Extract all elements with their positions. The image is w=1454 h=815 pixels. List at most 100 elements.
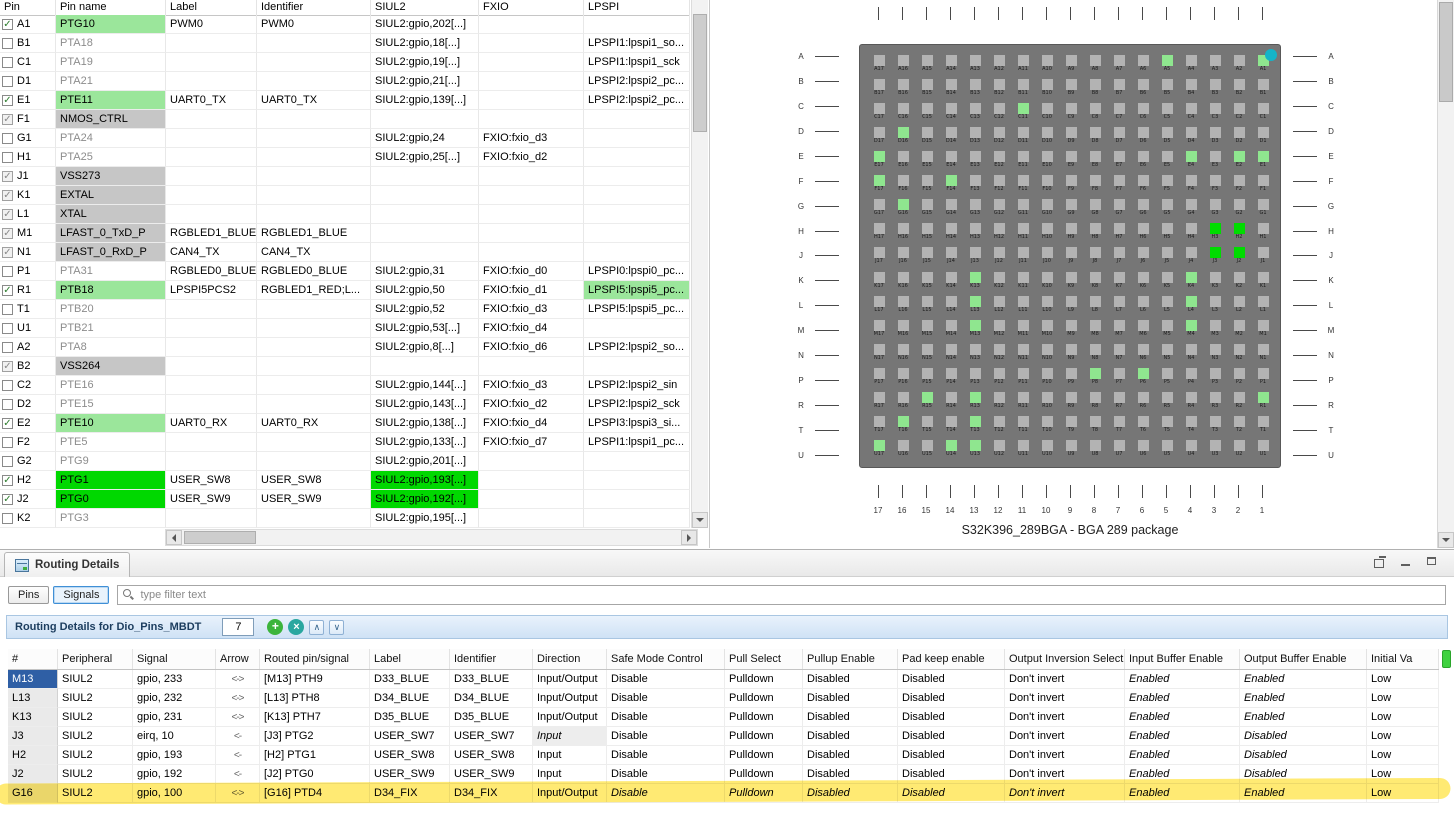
routing-view-tab[interactable]: Routing Details [4,552,131,577]
pin-table-row[interactable]: H1 PTA25 SIUL2:gpio,25[...] FXIO:fxio_d2 [0,148,690,167]
bga-pin-T16[interactable]: T16 [891,413,915,437]
bga-pin-K6[interactable]: K6 [1131,268,1155,292]
bga-pin-N8[interactable]: N8 [1083,340,1107,364]
pin-checkbox[interactable] [2,322,13,334]
bga-pin-A11[interactable]: A11 [1011,51,1035,75]
bga-pin-E13[interactable]: E13 [963,147,987,171]
bga-pin-A9[interactable]: A9 [1059,51,1083,75]
bga-pin-L13[interactable]: L13 [963,292,987,316]
bga-pin-E15[interactable]: E15 [915,147,939,171]
bga-pin-B17[interactable]: B17 [867,75,891,99]
vscroll-thumb[interactable] [693,14,707,132]
bga-pin-G1[interactable]: G1 [1251,196,1275,220]
bga-pin-R13[interactable]: R13 [963,389,987,413]
pin-checkbox[interactable] [2,455,13,467]
bga-pin-U7[interactable]: U7 [1107,437,1131,461]
bga-pin-N10[interactable]: N10 [1035,340,1059,364]
bga-pin-U8[interactable]: U8 [1083,437,1107,461]
bga-pin-L14[interactable]: L14 [939,292,963,316]
bga-pin-K7[interactable]: K7 [1107,268,1131,292]
pin-table-vscrollbar[interactable] [691,0,708,528]
bga-pin-P16[interactable]: P16 [891,365,915,389]
bga-pin-B3[interactable]: B3 [1203,75,1227,99]
bga-pin-E12[interactable]: E12 [987,147,1011,171]
bga-pin-M2[interactable]: M2 [1227,316,1251,340]
bga-pin-P2[interactable]: P2 [1227,365,1251,389]
bga-pin-T6[interactable]: T6 [1131,413,1155,437]
bga-pin-C4[interactable]: C4 [1179,99,1203,123]
bga-pin-A3[interactable]: A3 [1203,51,1227,75]
bga-pin-G10[interactable]: G10 [1035,196,1059,220]
bga-pin-J8[interactable]: J8 [1083,244,1107,268]
bga-pin-G2[interactable]: G2 [1227,196,1251,220]
bga-pin-F1[interactable]: F1 [1251,172,1275,196]
bga-pin-J2[interactable]: J2 [1227,244,1251,268]
bga-pin-U17[interactable]: U17 [867,437,891,461]
bga-package[interactable]: A17 A16 A15 A14 A13 A12 A11 A10 A9 A8 A7 A6 A5 A4 A3 A2… [859,44,1281,468]
bga-pin-L9[interactable]: L9 [1059,292,1083,316]
bga-pin-R4[interactable]: R4 [1179,389,1203,413]
pin-table-row[interactable]: ✓ M1 LFAST_0_TxD_P RGBLED1_BLUE RGBLED1_BLUE [0,224,690,243]
bga-pin-B14[interactable]: B14 [939,75,963,99]
bga-pin-K16[interactable]: K16 [891,268,915,292]
bga-pin-H10[interactable]: H10 [1035,220,1059,244]
pin-table-row[interactable]: A2 PTA8 SIUL2:gpio,8[...] FXIO:fxio_d6 LPSPI… [0,338,690,357]
pin-checkbox[interactable]: ✓ [2,189,13,201]
bga-pin-K4[interactable]: K4 [1179,268,1203,292]
bga-pin-F15[interactable]: F15 [915,172,939,196]
bga-pin-N14[interactable]: N14 [939,340,963,364]
bga-pin-B15[interactable]: B15 [915,75,939,99]
bga-pin-E4[interactable]: E4 [1179,147,1203,171]
bga-pin-R1[interactable]: R1 [1251,389,1275,413]
overview-ruler-marker[interactable] [1442,650,1451,668]
bga-pin-R10[interactable]: R10 [1035,389,1059,413]
bga-pin-P14[interactable]: P14 [939,365,963,389]
pin-table-row[interactable]: ✓ K1 EXTAL [0,186,690,205]
bga-pin-N3[interactable]: N3 [1203,340,1227,364]
bga-pin-F10[interactable]: F10 [1035,172,1059,196]
bga-pin-A2[interactable]: A2 [1227,51,1251,75]
bga-pin-M6[interactable]: M6 [1131,316,1155,340]
bga-pin-K2[interactable]: K2 [1227,268,1251,292]
bga-pin-J3[interactable]: J3 [1203,244,1227,268]
bga-pin-C10[interactable]: C10 [1035,99,1059,123]
pin-checkbox[interactable]: ✓ [2,417,13,429]
bga-pin-B6[interactable]: B6 [1131,75,1155,99]
bga-pin-P8[interactable]: P8 [1083,365,1107,389]
minimize-icon[interactable] [1398,554,1414,570]
bga-pin-M7[interactable]: M7 [1107,316,1131,340]
pin-checkbox[interactable]: ✓ [2,170,13,182]
bga-pin-M8[interactable]: M8 [1083,316,1107,340]
bga-pin-U14[interactable]: U14 [939,437,963,461]
pin-checkbox[interactable]: ✓ [2,284,13,296]
scroll-down-button[interactable] [692,512,708,528]
bga-pin-N12[interactable]: N12 [987,340,1011,364]
bga-pin-U12[interactable]: U12 [987,437,1011,461]
bga-pin-J13[interactable]: J13 [963,244,987,268]
bga-pin-F9[interactable]: F9 [1059,172,1083,196]
routing-row-J3[interactable]: J3 SIUL2 eirq, 10 <- [J3] PTG2 USER_SW7 USER_S… [8,727,1439,746]
bga-pin-C11[interactable]: C11 [1011,99,1035,123]
bga-pin-M3[interactable]: M3 [1203,316,1227,340]
bga-pin-D1[interactable]: D1 [1251,123,1275,147]
bga-pin-C12[interactable]: C12 [987,99,1011,123]
bga-pin-R7[interactable]: R7 [1107,389,1131,413]
move-up-button[interactable]: ∧ [309,619,325,635]
bga-pin-N5[interactable]: N5 [1155,340,1179,364]
bga-pin-D2[interactable]: D2 [1227,123,1251,147]
bga-pin-U1[interactable]: U1 [1251,437,1275,461]
bga-pin-K9[interactable]: K9 [1059,268,1083,292]
bga-pin-P13[interactable]: P13 [963,365,987,389]
bga-pin-P10[interactable]: P10 [1035,365,1059,389]
bga-pin-R14[interactable]: R14 [939,389,963,413]
bga-pin-U10[interactable]: U10 [1035,437,1059,461]
bga-pin-A5[interactable]: A5 [1155,51,1179,75]
bga-pin-A14[interactable]: A14 [939,51,963,75]
bga-pin-E10[interactable]: E10 [1035,147,1059,171]
pin-checkbox[interactable] [2,132,13,144]
bga-pin-G6[interactable]: G6 [1131,196,1155,220]
bga-pin-T3[interactable]: T3 [1203,413,1227,437]
bga-pin-H17[interactable]: H17 [867,220,891,244]
bga-pin-N17[interactable]: N17 [867,340,891,364]
bga-pin-J15[interactable]: J15 [915,244,939,268]
